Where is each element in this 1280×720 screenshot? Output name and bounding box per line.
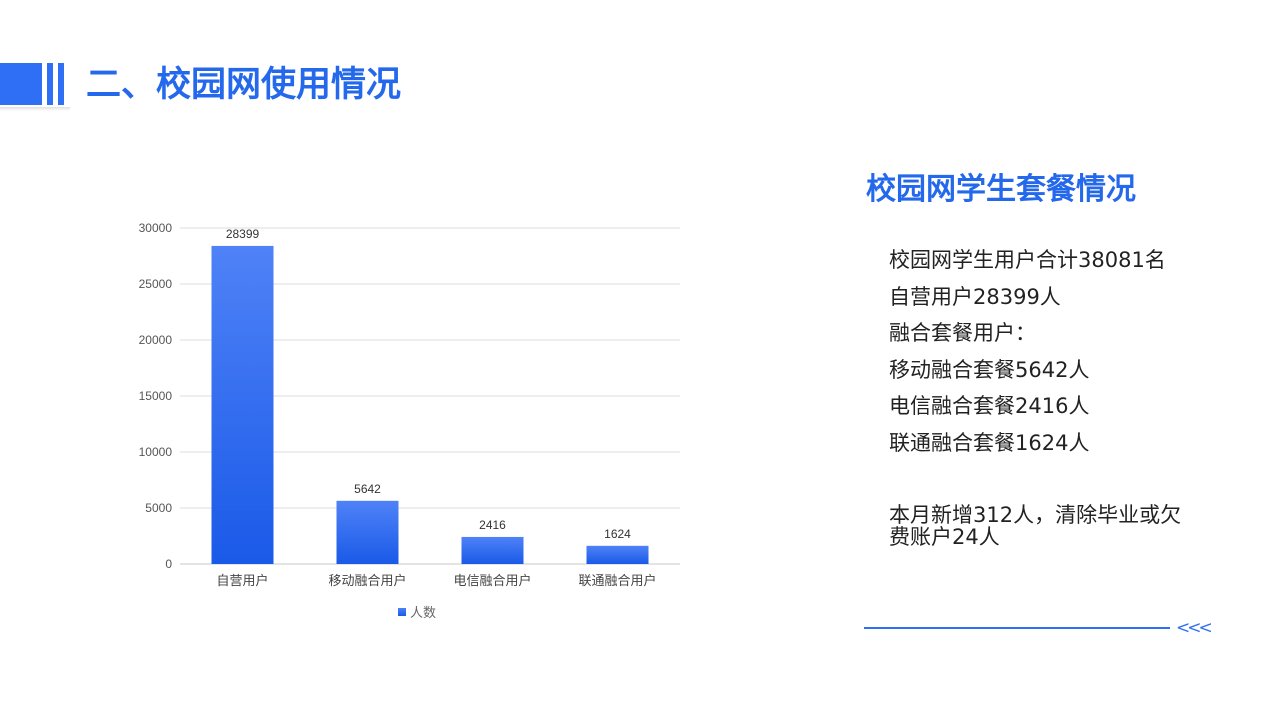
bar-chart: 0 5000 10000 15000 20000 25000 30000 28399 自营用户 5… (110, 205, 710, 635)
y-tick-label: 0 (165, 557, 172, 571)
data-label: 1624 (604, 527, 631, 541)
summary-line: 电信融合套餐2416人 (889, 394, 1090, 418)
monthly-note: 本月新增312人，清除毕业或欠费账户24人 (889, 503, 1182, 549)
bar (461, 536, 524, 564)
y-tick-label: 20000 (139, 333, 173, 347)
summary-line: 自营用户28399人 (889, 284, 1061, 309)
data-label: 5642 (354, 482, 381, 496)
y-tick-label: 30000 (139, 221, 173, 235)
footer-divider (864, 627, 1170, 629)
summary-line: 校园网学生用户合计38081名 (889, 248, 1166, 272)
y-tick-label: 10000 (139, 445, 173, 459)
x-tick-label: 自营用户 (216, 573, 268, 589)
legend-label: 人数 (410, 606, 436, 621)
summary-line: 移动融合套餐5642人 (889, 357, 1090, 382)
x-tick-label: 移动融合用户 (328, 573, 406, 589)
legend-swatch (398, 608, 406, 616)
bar (586, 545, 649, 564)
y-tick-label: 15000 (139, 389, 173, 403)
data-label: 28399 (226, 227, 260, 241)
page-title: 二、校园网使用情况 (86, 65, 402, 105)
y-tick-label: 25000 (139, 277, 173, 291)
x-tick-label: 联通融合用户 (578, 573, 656, 589)
bar-chart-svg: 0 5000 10000 15000 20000 25000 30000 28399 自营用户 5… (139, 221, 680, 621)
header-accent-bar (58, 63, 64, 105)
summary-line: 融合套餐用户： (889, 321, 1036, 345)
data-label: 2416 (479, 518, 506, 532)
header-accent-shadow (0, 107, 70, 111)
x-tick-label: 电信融合用户 (453, 573, 531, 589)
chevron-left-icon: <<< (1176, 618, 1213, 638)
header-accent-block (0, 63, 42, 105)
bar (336, 500, 399, 564)
side-panel-title: 校园网学生套餐情况 (866, 172, 1136, 207)
header-accent-bar (47, 63, 53, 105)
summary-list: 校园网学生用户合计38081名 自营用户28399人 融合套餐用户： 移动融合套… (889, 242, 1229, 461)
summary-line: 联通融合套餐1624人 (889, 430, 1090, 455)
bar (211, 245, 274, 564)
y-tick-label: 5000 (145, 501, 172, 515)
